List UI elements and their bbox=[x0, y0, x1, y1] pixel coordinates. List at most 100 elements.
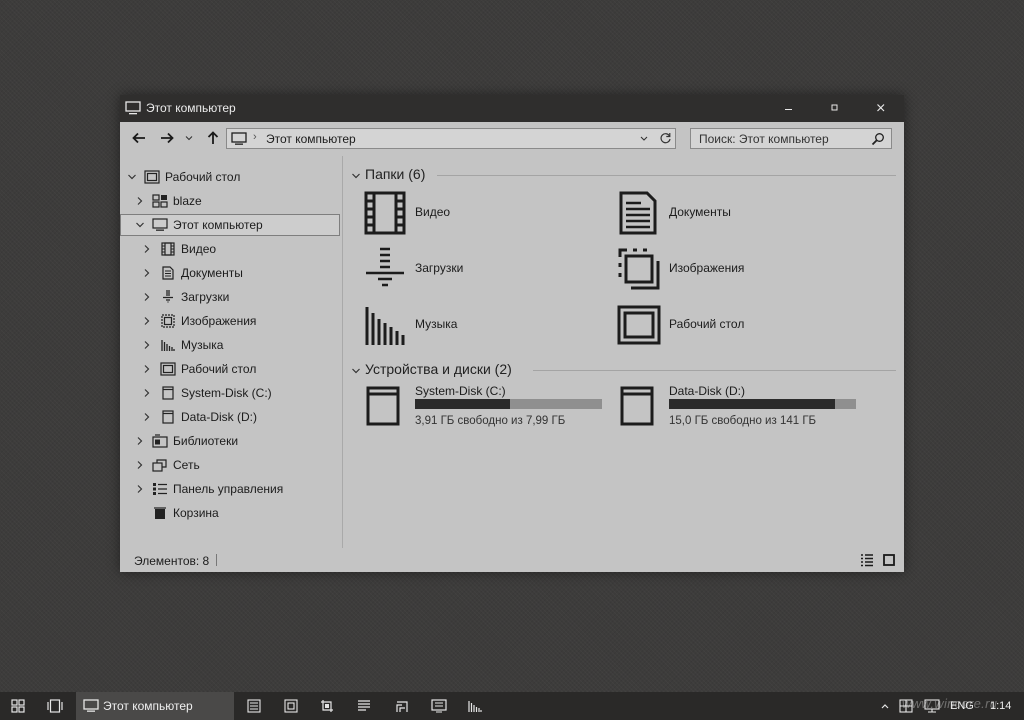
folder-label: Изображения bbox=[669, 261, 745, 275]
item-count: Элементов: 8 bbox=[134, 554, 210, 568]
picture-icon bbox=[160, 314, 176, 328]
sidebar-item-blaze[interactable]: blaze bbox=[120, 190, 340, 212]
sidebar-item-label: Видео bbox=[181, 242, 217, 256]
chevron-right-icon[interactable] bbox=[142, 268, 152, 278]
taskbar-pinned-app[interactable] bbox=[236, 692, 272, 720]
desktop-icon bbox=[160, 362, 176, 376]
chevron-right-icon[interactable] bbox=[135, 460, 145, 470]
chevron-right-icon[interactable] bbox=[142, 412, 152, 422]
search-icon[interactable] bbox=[871, 132, 885, 146]
start-button[interactable] bbox=[0, 692, 36, 720]
up-button[interactable] bbox=[206, 131, 224, 147]
sidebar-item-label: System-Disk (C:) bbox=[181, 386, 272, 400]
chevron-up-icon[interactable] bbox=[880, 702, 890, 710]
chevron-down-icon[interactable] bbox=[639, 135, 649, 143]
chevron-right-icon[interactable] bbox=[142, 244, 152, 254]
chevron-down-icon[interactable] bbox=[135, 220, 145, 230]
close-button[interactable] bbox=[858, 95, 904, 122]
maximize-button[interactable] bbox=[812, 95, 858, 122]
folders-group-header[interactable]: Папки (6) bbox=[351, 165, 896, 185]
sidebar-item-pictures[interactable]: Изображения bbox=[120, 310, 340, 332]
search-input[interactable] bbox=[691, 129, 869, 148]
title-bar[interactable]: Этот компьютер bbox=[120, 95, 904, 122]
folder-videos[interactable]: Видео bbox=[363, 188, 593, 238]
details-view-icon[interactable] bbox=[860, 553, 874, 567]
network-icon bbox=[152, 458, 168, 472]
sidebar-item-recycle-bin[interactable]: Корзина bbox=[120, 502, 340, 524]
folder-pictures[interactable]: Изображения bbox=[617, 244, 847, 294]
recent-dropdown-button[interactable] bbox=[184, 133, 202, 149]
sidebar-item-label: Панель управления bbox=[173, 482, 284, 496]
task-view-button[interactable] bbox=[36, 692, 72, 720]
sidebar-item-control-panel[interactable]: Панель управления bbox=[120, 478, 340, 500]
chevron-down-icon[interactable] bbox=[351, 366, 361, 376]
music-icon bbox=[363, 303, 407, 347]
chevron-right-icon[interactable] bbox=[135, 196, 145, 206]
chevron-right-icon[interactable] bbox=[135, 484, 145, 494]
sidebar-item-libraries[interactable]: Библиотеки bbox=[120, 430, 340, 452]
sidebar-item-network[interactable]: Сеть bbox=[120, 454, 340, 476]
drive-free-space: 15,0 ГБ свободно из 141 ГБ bbox=[669, 415, 817, 427]
sidebar-item-data-disk[interactable]: Data-Disk (D:) bbox=[120, 406, 340, 428]
back-button[interactable] bbox=[132, 131, 150, 147]
sidebar-item-label: Документы bbox=[181, 266, 243, 280]
minimize-button[interactable] bbox=[766, 95, 812, 122]
taskbar-pinned-app[interactable] bbox=[273, 692, 309, 720]
chevron-right-icon[interactable] bbox=[135, 436, 145, 446]
sidebar-item-music[interactable]: Музыка bbox=[120, 334, 340, 356]
group-label: Устройства и диски (2) bbox=[365, 361, 512, 377]
drive-data-disk[interactable]: Data-Disk (D:) 15,0 ГБ свободно из 141 Г… bbox=[617, 384, 867, 434]
address-bar[interactable]: › Этот компьютер bbox=[226, 128, 676, 149]
sidebar-item-label: Рабочий стол bbox=[181, 362, 257, 376]
folder-documents[interactable]: Документы bbox=[617, 188, 847, 238]
folder-label: Музыка bbox=[415, 317, 458, 331]
sidebar-item-videos[interactable]: Видео bbox=[120, 238, 340, 260]
sidebar-item-desktop[interactable]: Рабочий стол bbox=[120, 166, 340, 188]
folder-label: Видео bbox=[415, 205, 451, 219]
folder-downloads[interactable]: Загрузки bbox=[363, 244, 593, 294]
forward-button[interactable] bbox=[160, 131, 178, 147]
chevron-right-icon: › bbox=[253, 131, 257, 143]
chevron-down-icon[interactable] bbox=[127, 172, 137, 182]
drive-system-disk[interactable]: System-Disk (C:) 3,91 ГБ свободно из 7,9… bbox=[363, 384, 613, 434]
chevron-right-icon[interactable] bbox=[142, 292, 152, 302]
sidebar-item-label: Рабочий стол bbox=[165, 170, 241, 184]
sidebar-item-label: Корзина bbox=[173, 506, 219, 520]
folder-desktop[interactable]: Рабочий стол bbox=[617, 300, 847, 350]
taskbar-pinned-app[interactable] bbox=[346, 692, 382, 720]
chevron-right-icon[interactable] bbox=[142, 364, 152, 374]
sidebar-item-label: Музыка bbox=[181, 338, 224, 352]
folder-music[interactable]: Музыка bbox=[363, 300, 593, 350]
chevron-right-icon[interactable] bbox=[142, 388, 152, 398]
taskbar-pinned-app[interactable] bbox=[457, 692, 493, 720]
chevron-right-icon[interactable] bbox=[142, 340, 152, 350]
desktop-icon bbox=[617, 303, 661, 347]
sidebar-item-this-pc[interactable]: Этот компьютер bbox=[120, 214, 340, 236]
music-icon bbox=[160, 338, 176, 352]
sidebar-item-desktop-2[interactable]: Рабочий стол bbox=[120, 358, 340, 380]
sidebar-item-label: blaze bbox=[173, 194, 202, 208]
taskbar-pinned-app[interactable] bbox=[420, 692, 456, 720]
sidebar-item-downloads[interactable]: Загрузки bbox=[120, 286, 340, 308]
arrow-up-icon bbox=[206, 131, 224, 145]
chevron-right-icon[interactable] bbox=[142, 316, 152, 326]
computer-icon bbox=[231, 132, 247, 146]
computer-icon bbox=[152, 218, 168, 232]
status-bar: Элементов: 8 bbox=[120, 548, 904, 572]
devices-group-header[interactable]: Устройства и диски (2) bbox=[351, 360, 896, 380]
chevron-down-icon[interactable] bbox=[351, 171, 361, 181]
search-box[interactable] bbox=[690, 128, 892, 149]
taskbar-item-explorer[interactable]: Этот компьютер bbox=[76, 692, 234, 720]
taskbar-pinned-app[interactable] bbox=[309, 692, 345, 720]
navigation-pane: Рабочий стол blaze Этот компьютер Видео … bbox=[120, 156, 342, 548]
refresh-icon[interactable] bbox=[659, 132, 672, 145]
taskbar-pinned-app[interactable] bbox=[383, 692, 419, 720]
group-label: Папки (6) bbox=[365, 166, 426, 182]
sidebar-item-documents[interactable]: Документы bbox=[120, 262, 340, 284]
recycle-bin-icon bbox=[152, 506, 168, 520]
large-icons-view-icon[interactable] bbox=[882, 553, 896, 567]
download-icon bbox=[363, 247, 407, 291]
sidebar-item-system-disk[interactable]: System-Disk (C:) bbox=[120, 382, 340, 404]
desktop-icon bbox=[144, 170, 160, 184]
picture-icon bbox=[617, 247, 661, 291]
